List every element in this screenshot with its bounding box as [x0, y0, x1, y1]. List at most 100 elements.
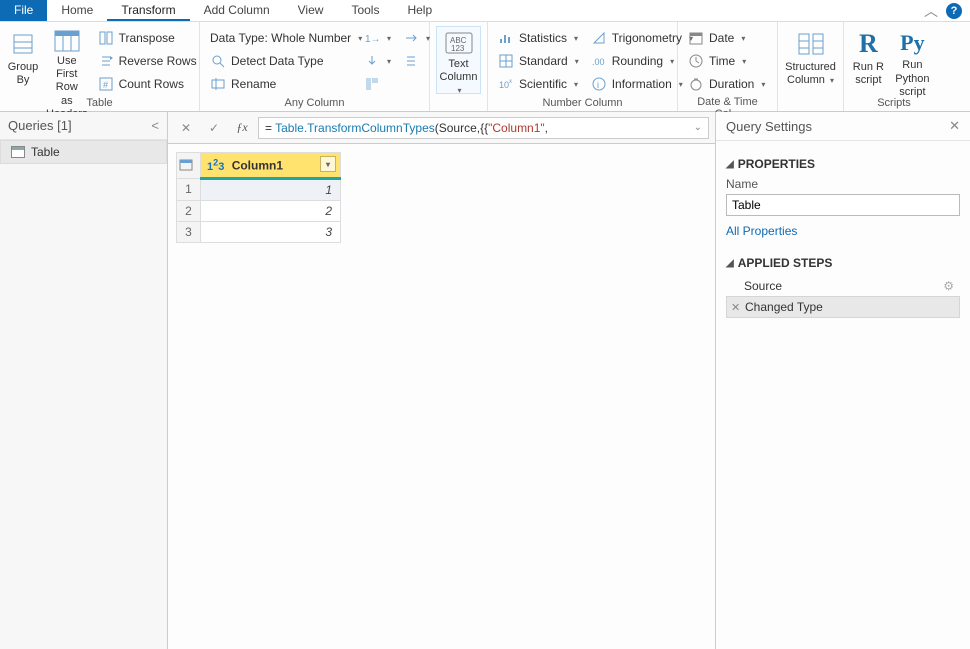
- tab-home[interactable]: Home: [47, 0, 107, 21]
- step-source[interactable]: Source ⚙: [726, 276, 960, 296]
- scientific-button[interactable]: 10xScientific▾: [494, 74, 583, 94]
- group-text-label: [436, 107, 481, 111]
- rename-label: Rename: [231, 77, 276, 91]
- transpose-button[interactable]: Transpose: [94, 28, 201, 48]
- structured-icon: [795, 30, 827, 58]
- replace-values-button[interactable]: 1→2▾: [360, 28, 395, 48]
- reverse-rows-button[interactable]: Reverse Rows: [94, 51, 201, 71]
- rename-icon: [210, 76, 226, 92]
- move-icon: [403, 30, 419, 46]
- all-properties-link[interactable]: All Properties: [726, 224, 797, 238]
- properties-section[interactable]: ◢PROPERTIES: [726, 157, 960, 171]
- r-icon: R: [852, 30, 884, 58]
- query-name-input[interactable]: [726, 194, 960, 216]
- trig-label: Trigonometry: [612, 31, 682, 45]
- text-column-icon: ABC123: [443, 31, 475, 55]
- group-structured-label: [784, 107, 837, 111]
- structured-column-button[interactable]: Structured Column ▾: [783, 26, 838, 94]
- collapse-ribbon-icon[interactable]: ︿: [924, 1, 938, 21]
- detect-data-type-button[interactable]: Detect Data Type: [206, 51, 356, 71]
- group-table-label: Table: [6, 95, 193, 111]
- run-python-button[interactable]: Py Run Python script: [887, 26, 938, 94]
- row-number[interactable]: 2: [177, 200, 201, 221]
- tab-file[interactable]: File: [0, 0, 47, 21]
- close-settings-icon[interactable]: ✕: [949, 118, 960, 134]
- duration-button[interactable]: Duration▾: [684, 74, 769, 94]
- help-icon[interactable]: ?: [946, 3, 962, 19]
- editor-center: ✕ ✓ ƒx = Table.TransformColumnTypes(Sour…: [168, 112, 716, 649]
- name-label: Name: [726, 177, 960, 191]
- detect-icon: [210, 53, 226, 69]
- svg-text:.00: .00: [592, 57, 605, 67]
- group-scripts-label: Scripts: [850, 95, 938, 111]
- column-header[interactable]: 123 Column1 ▾: [201, 153, 341, 179]
- group-by-button[interactable]: Group By: [6, 26, 40, 94]
- number-type-icon: 123: [207, 161, 224, 173]
- statistics-icon: [498, 30, 514, 46]
- step-changed-type[interactable]: ✕ Changed Type: [726, 296, 960, 318]
- count-icon: #: [98, 76, 114, 92]
- fill-button[interactable]: ▾: [360, 51, 395, 71]
- column-name: Column1: [232, 159, 283, 173]
- count-rows-button[interactable]: # Count Rows: [94, 74, 201, 94]
- svg-text:123: 123: [451, 44, 465, 53]
- info-label: Information: [612, 77, 672, 91]
- fx-icon[interactable]: ƒx: [230, 116, 254, 140]
- query-item[interactable]: Table: [0, 140, 167, 164]
- move-button[interactable]: ▾: [399, 28, 434, 48]
- date-label: Date: [709, 31, 734, 45]
- tab-view[interactable]: View: [284, 0, 338, 21]
- time-button[interactable]: Time▾: [684, 51, 769, 71]
- structured-label: Structured Column ▾: [785, 61, 836, 87]
- cell[interactable]: 2: [201, 200, 341, 221]
- statistics-button[interactable]: Statistics▾: [494, 28, 583, 48]
- cancel-formula-icon[interactable]: ✕: [174, 116, 198, 140]
- tab-help[interactable]: Help: [393, 0, 446, 21]
- column-filter-icon[interactable]: ▾: [320, 156, 336, 172]
- data-type-button[interactable]: Data Type: Whole Number▾: [206, 28, 356, 48]
- queries-panel: Queries [1] < Table: [0, 112, 168, 649]
- formula-input[interactable]: = Table.TransformColumnTypes(Source,{{"C…: [258, 117, 709, 139]
- data-grid: 123 Column1 ▾ 11 22 33: [176, 152, 341, 243]
- collapse-queries-icon[interactable]: <: [151, 118, 159, 133]
- detect-label: Detect Data Type: [231, 54, 324, 68]
- formula-expand-icon[interactable]: ⌄: [694, 122, 702, 133]
- ribbon: Group By Use First Row as Headers ▾ Tran…: [0, 22, 970, 112]
- info-icon: i: [591, 76, 607, 92]
- tab-transform[interactable]: Transform: [107, 0, 189, 21]
- date-icon: [688, 30, 704, 46]
- use-first-row-icon: [51, 30, 83, 52]
- row-number[interactable]: 1: [177, 178, 201, 200]
- pivot-icon: [364, 76, 380, 92]
- trig-icon: [591, 30, 607, 46]
- scientific-icon: 10x: [498, 76, 514, 92]
- commit-formula-icon[interactable]: ✓: [202, 116, 226, 140]
- menu-tabs: File Home Transform Add Column View Tool…: [0, 0, 970, 22]
- standard-label: Standard: [519, 54, 568, 68]
- replace-icon: 1→2: [364, 30, 380, 46]
- delete-step-icon[interactable]: ✕: [731, 301, 740, 314]
- row-number[interactable]: 3: [177, 221, 201, 242]
- rename-button[interactable]: Rename: [206, 74, 356, 94]
- standard-button[interactable]: Standard▾: [494, 51, 583, 71]
- tab-tools[interactable]: Tools: [337, 0, 393, 21]
- run-r-button[interactable]: R Run R script: [850, 26, 887, 94]
- run-py-label: Run Python script: [889, 59, 936, 99]
- count-label: Count Rows: [119, 77, 184, 91]
- date-button[interactable]: Date▾: [684, 28, 769, 48]
- text-column-button[interactable]: ABC123 Text Column ▾: [436, 26, 481, 94]
- time-icon: [688, 53, 704, 69]
- svg-text:x: x: [509, 79, 512, 85]
- cell[interactable]: 1: [201, 178, 341, 200]
- convert-list-button[interactable]: [399, 51, 434, 71]
- use-first-row-button[interactable]: Use First Row as Headers ▾: [44, 26, 90, 94]
- pivot-button[interactable]: [360, 74, 395, 94]
- gear-icon[interactable]: ⚙: [943, 279, 954, 293]
- cell[interactable]: 3: [201, 221, 341, 242]
- table-corner-button[interactable]: [177, 153, 201, 179]
- tab-add-column[interactable]: Add Column: [190, 0, 284, 21]
- applied-steps-section[interactable]: ◢APPLIED STEPS: [726, 256, 960, 270]
- statistics-label: Statistics: [519, 31, 567, 45]
- step-name: Changed Type: [745, 300, 823, 314]
- fill-icon: [364, 53, 380, 69]
